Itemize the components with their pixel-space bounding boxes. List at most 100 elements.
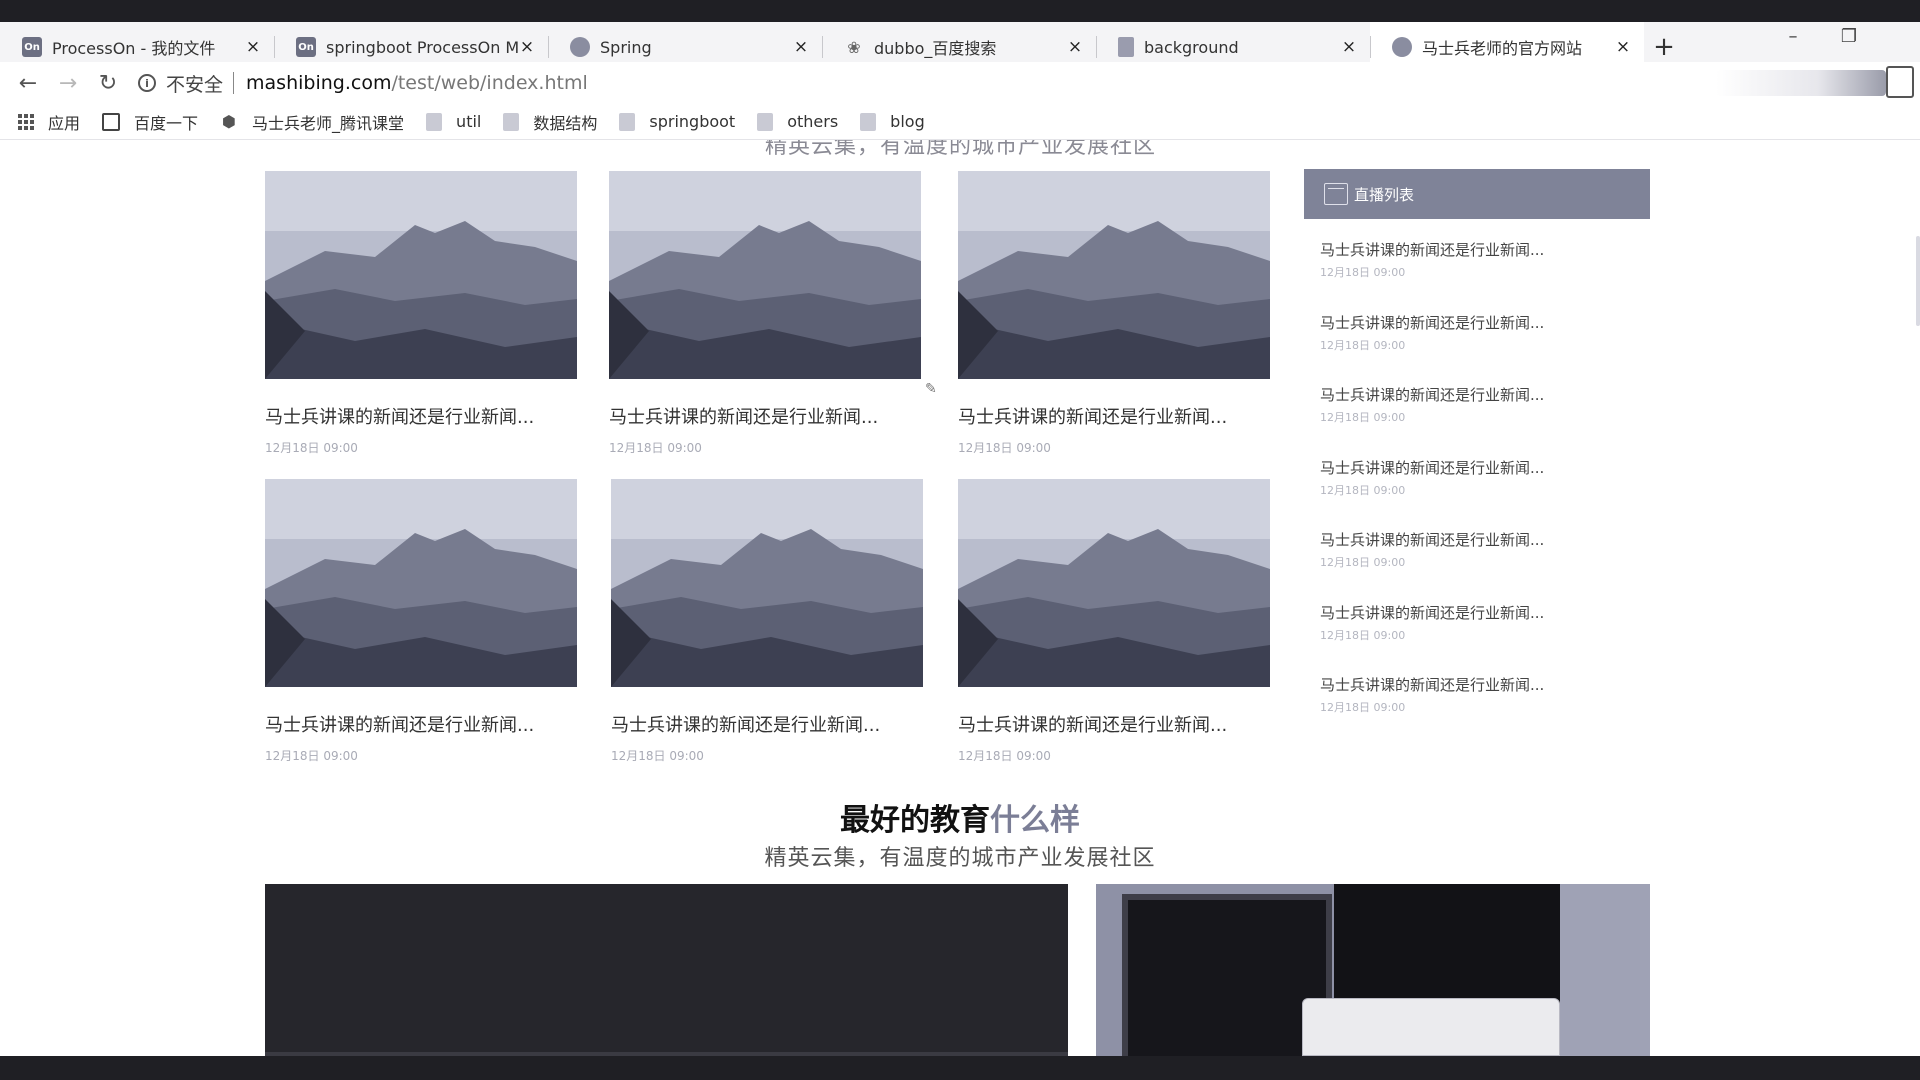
news-title[interactable]: 马士兵讲课的新闻还是行业新闻... (265, 711, 577, 737)
news-date: 12月18日 09:00 (958, 441, 1051, 455)
address-bar: ← → ↻ i 不安全 mashibing.com/test/web/index… (0, 62, 1920, 104)
live-list-item[interactable]: 马士兵讲课的新闻还是行业新闻... 12月18日 09:00 (1304, 364, 1650, 437)
live-list-item[interactable]: 马士兵讲课的新闻还是行业新闻... 12月18日 09:00 (1304, 219, 1650, 292)
bookmark-label: util (456, 112, 482, 131)
close-icon[interactable]: × (1066, 37, 1084, 57)
processon-icon: On (296, 37, 316, 57)
live-item-title[interactable]: 马士兵讲课的新闻还是行业新闻... (1320, 312, 1650, 333)
news-image[interactable] (265, 171, 577, 379)
news-card[interactable]: 马士兵讲课的新闻还是行业新闻... 12月18日 09:00 (611, 479, 923, 764)
globe-icon (1392, 37, 1412, 57)
news-image[interactable] (958, 479, 1270, 687)
news-title[interactable]: 马士兵讲课的新闻还是行业新闻... (958, 403, 1270, 429)
section-title: 最好的教育什么样 (0, 795, 1920, 839)
live-item-title[interactable]: 马士兵讲课的新闻还是行业新闻... (1320, 239, 1650, 260)
bookmark-label: others (787, 112, 839, 131)
device-graphic (1302, 998, 1560, 1056)
section-subtitle: 精英云集，有温度的城市产业发展社区 (764, 846, 1156, 871)
security-label: 不安全 (166, 73, 224, 96)
url-input[interactable]: i 不安全 mashibing.com/test/web/index.html (138, 70, 588, 97)
spring-icon (570, 37, 590, 57)
folder-icon (860, 112, 877, 131)
screen-bottom-border (0, 1056, 1920, 1080)
folder-icon (503, 112, 520, 131)
close-icon[interactable]: × (518, 37, 536, 57)
bookmark-folder-springboot[interactable]: springboot (619, 112, 735, 131)
video-player[interactable] (265, 884, 1068, 1056)
info-icon[interactable]: i (138, 74, 156, 92)
bookmark-folder-util[interactable]: util (426, 112, 481, 131)
bookmark-folder-data-structures[interactable]: 数据结构 (503, 110, 597, 134)
minimize-button[interactable]: – (1770, 22, 1816, 50)
news-image[interactable] (265, 479, 577, 687)
live-item-date: 12月18日 09:00 (1320, 483, 1406, 497)
news-date: 12月18日 09:00 (265, 749, 358, 763)
bookmark-tencent-classroom[interactable]: ⬢ 马士兵老师_腾讯课堂 (220, 110, 404, 134)
news-card[interactable]: 马士兵讲课的新闻还是行业新闻... 12月18日 09:00 (958, 171, 1270, 456)
live-list-panel: 直播列表 马士兵讲课的新闻还是行业新闻... 12月18日 09:00 马士兵讲… (1304, 169, 1650, 727)
live-list-item[interactable]: 马士兵讲课的新闻还是行业新闻... 12月18日 09:00 (1304, 292, 1650, 365)
web-page: 精英云集，有温度的城市产业发展社区 马士兵讲课的新闻还是行业新闻... 12月1… (0, 140, 1920, 1056)
news-image[interactable] (609, 171, 921, 379)
back-button[interactable]: ← (8, 62, 48, 104)
news-title[interactable]: 马士兵讲课的新闻还是行业新闻... (265, 403, 577, 429)
live-item-title[interactable]: 马士兵讲课的新闻还是行业新闻... (1320, 602, 1650, 623)
tab-title: Spring (600, 37, 652, 57)
news-card[interactable]: 马士兵讲课的新闻还是行业新闻... 12月18日 09:00 (609, 171, 921, 456)
screen-top-border (0, 0, 1920, 22)
close-icon[interactable]: × (244, 37, 262, 57)
live-item-title[interactable]: 马士兵讲课的新闻还是行业新闻... (1320, 384, 1650, 405)
processon-icon: On (22, 37, 42, 57)
live-list-item[interactable]: 马士兵讲课的新闻还是行业新闻... 12月18日 09:00 (1304, 437, 1650, 510)
live-list-item[interactable]: 马士兵讲课的新闻还是行业新闻... 12月18日 09:00 (1304, 654, 1650, 727)
mouse-cursor-icon: ✎ (925, 381, 937, 397)
calendar-icon (1324, 183, 1348, 205)
news-card[interactable]: 马士兵讲课的新闻还是行业新闻... 12月18日 09:00 (958, 479, 1270, 764)
close-icon[interactable]: × (792, 37, 810, 57)
bookmark-label: blog (890, 112, 925, 131)
live-item-title[interactable]: 马士兵讲课的新闻还是行业新闻... (1320, 529, 1650, 550)
live-item-title[interactable]: 马士兵讲课的新闻还是行业新闻... (1320, 674, 1650, 695)
folder-icon (619, 112, 636, 131)
live-item-date: 12月18日 09:00 (1320, 628, 1406, 642)
news-image[interactable] (611, 479, 923, 687)
extension-icon[interactable] (1886, 66, 1914, 98)
news-title[interactable]: 马士兵讲课的新闻还是行业新闻... (958, 711, 1270, 737)
news-image[interactable] (958, 171, 1270, 379)
apps-icon (18, 113, 34, 130)
reload-button[interactable]: ↻ (88, 62, 128, 104)
news-card[interactable]: 马士兵讲课的新闻还是行业新闻... 12月18日 09:00 (265, 171, 577, 456)
folder-icon (757, 112, 774, 131)
tab-title: 马士兵老师的官方网站 (1422, 39, 1583, 58)
live-list-item[interactable]: 马士兵讲课的新闻还是行业新闻... 12月18日 09:00 (1304, 582, 1650, 655)
live-item-date: 12月18日 09:00 (1320, 701, 1406, 714)
bookmark-baidu[interactable]: 百度一下 (102, 110, 198, 134)
toolbar-extension-area (1716, 70, 1886, 96)
tab-title: springboot ProcessOn Mi (326, 37, 518, 57)
bookmark-folder-blog[interactable]: blog (860, 112, 925, 131)
news-card[interactable]: 马士兵讲课的新闻还是行业新闻... 12月18日 09:00 (265, 479, 577, 764)
live-list-item[interactable]: 马士兵讲课的新闻还是行业新闻... 12月18日 09:00 (1304, 509, 1650, 582)
bookmark-label: 百度一下 (134, 113, 199, 133)
news-date: 12月18日 09:00 (609, 441, 702, 455)
bookmark-apps[interactable]: 应用 (18, 110, 80, 134)
close-icon[interactable]: × (1340, 37, 1358, 57)
feature-image[interactable] (1096, 884, 1650, 1056)
baidu-icon (102, 112, 121, 131)
tab-title: ProcessOn - 我的文件 (52, 39, 216, 58)
news-title[interactable]: 马士兵讲课的新闻还是行业新闻... (611, 711, 923, 737)
news-date: 12月18日 09:00 (958, 749, 1051, 763)
bookmark-label: 数据结构 (533, 113, 598, 133)
live-item-title[interactable]: 马士兵讲课的新闻还是行业新闻... (1320, 457, 1650, 478)
bookmark-folder-others[interactable]: others (757, 112, 838, 131)
live-list-title: 直播列表 (1354, 185, 1415, 204)
close-icon[interactable]: × (1614, 37, 1632, 57)
forward-button[interactable]: → (48, 62, 88, 104)
news-title[interactable]: 马士兵讲课的新闻还是行业新闻... (609, 403, 921, 429)
tab-title: dubbo_百度搜索 (874, 39, 997, 58)
divider (233, 72, 235, 94)
maximize-button[interactable]: ❐ (1826, 22, 1872, 50)
live-list-header: 直播列表 (1304, 169, 1650, 219)
scrollbar-thumb[interactable] (1916, 236, 1920, 326)
tab-title: background (1144, 37, 1239, 57)
